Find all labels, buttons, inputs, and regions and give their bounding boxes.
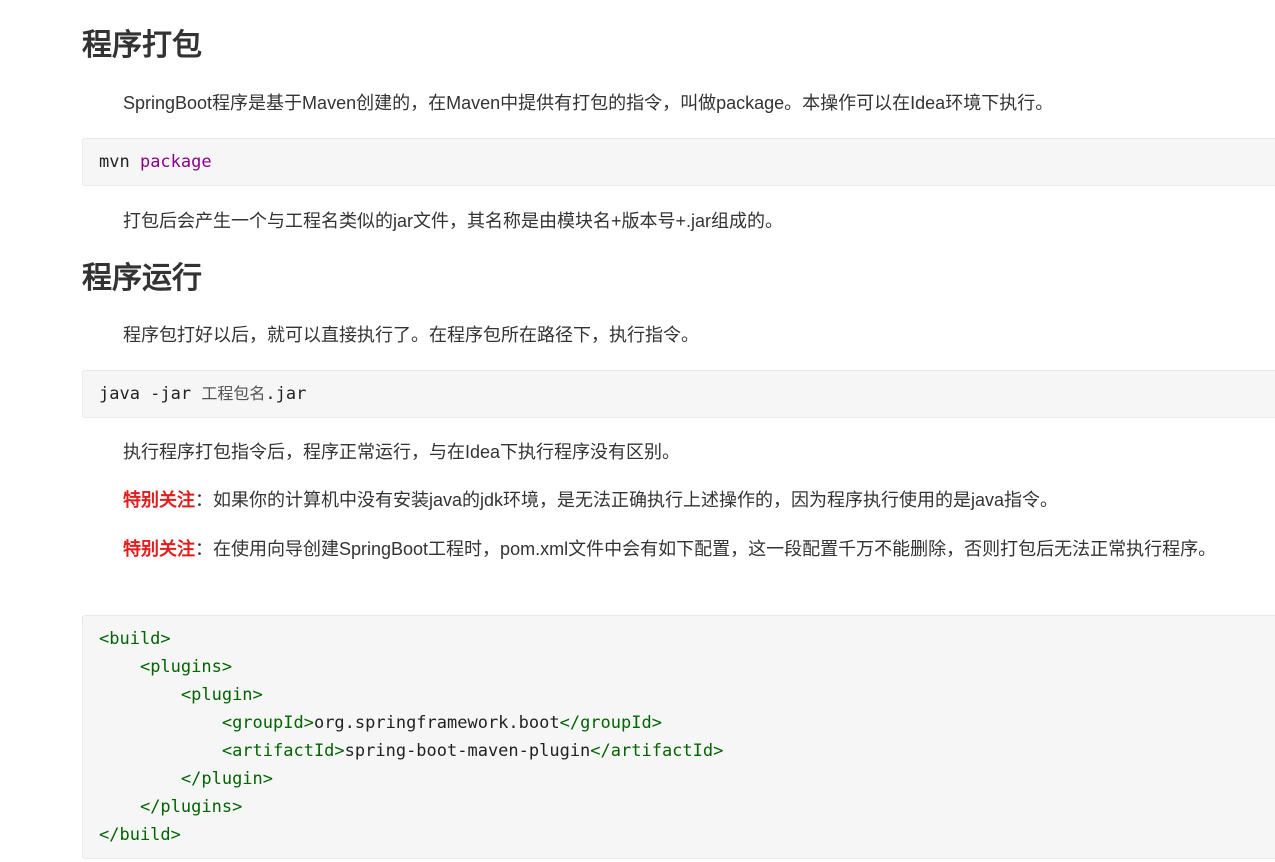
note-text: ：如果你的计算机中没有安装java的jdk环境，是无法正确执行上述操作的，因为程… <box>195 490 1059 510</box>
code-command: java -jar <box>99 384 202 404</box>
xml-tag: <groupId> <box>221 713 314 733</box>
code-line: <plugins> <box>99 653 1275 681</box>
paragraph-jar-name: 打包后会产生一个与工程名类似的jar文件，其名称是由模块名+版本号+.jar组成… <box>123 211 784 231</box>
code-line: </plugin> <box>99 765 1275 793</box>
xml-tag: <artifactId> <box>221 741 345 761</box>
paragraph-run-intro: 程序包打好以后，就可以直接执行了。在程序包所在路径下，执行指令。 <box>123 325 699 345</box>
note-label: 特别关注 <box>123 490 195 510</box>
paragraph-note-pom: 特别关注：在使用向导创建SpringBoot工程时，pom.xml文件中会有如下… <box>82 534 1272 564</box>
xml-tag: </groupId> <box>559 713 662 733</box>
code-block-java[interactable]: java -jar 工程包名.jar <box>82 370 1275 418</box>
xml-tag: </artifactId> <box>590 741 724 761</box>
xml-tag: <plugins> <box>139 657 233 677</box>
code-line: </build> <box>99 821 1275 849</box>
xml-tag: <plugin> <box>180 685 263 705</box>
code-line: java -jar 工程包名.jar <box>99 380 1275 408</box>
code-command: mvn <box>99 152 140 172</box>
note-text: ：在使用向导创建SpringBoot工程时，pom.xml文件中会有如下配置，这… <box>195 539 1217 559</box>
code-block-mvn[interactable]: mvn package <box>82 138 1275 186</box>
xml-tag: </build> <box>99 825 181 845</box>
paragraph-note-jdk: 特别关注：如果你的计算机中没有安装java的jdk环境，是无法正确执行上述操作的… <box>82 485 1272 515</box>
code-line: </plugins> <box>99 793 1275 821</box>
code-keyword: package <box>139 152 212 172</box>
paragraph-packaging-intro: SpringBoot程序是基于Maven创建的，在Maven中提供有打包的指令，… <box>123 93 1054 113</box>
code-line: mvn package <box>99 148 1275 176</box>
code-extension: .jar <box>265 384 307 404</box>
code-line: <artifactId>spring-boot-maven-plugin</ar… <box>99 737 1275 765</box>
code-placeholder: 工程包名 <box>201 384 266 403</box>
xml-tag: </plugins> <box>139 797 243 817</box>
xml-tag: </plugin> <box>180 769 274 789</box>
code-line: <plugin> <box>99 681 1275 709</box>
paragraph-run-result: 执行程序打包指令后，程序正常运行，与在Idea下执行程序没有区别。 <box>123 442 681 462</box>
xml-tag: <build> <box>99 629 171 649</box>
xml-value: spring-boot-maven-plugin <box>344 741 591 761</box>
code-line: <build> <box>99 625 1275 653</box>
code-block-xml[interactable]: <build> <plugins> <plugin> <groupId>org.… <box>82 615 1275 859</box>
section-heading-run: 程序运行 <box>82 262 202 295</box>
xml-value: org.springframework.boot <box>313 713 560 733</box>
code-line: <groupId>org.springframework.boot</group… <box>99 709 1275 737</box>
note-label: 特别关注 <box>123 539 195 559</box>
section-heading-packaging: 程序打包 <box>82 29 202 62</box>
